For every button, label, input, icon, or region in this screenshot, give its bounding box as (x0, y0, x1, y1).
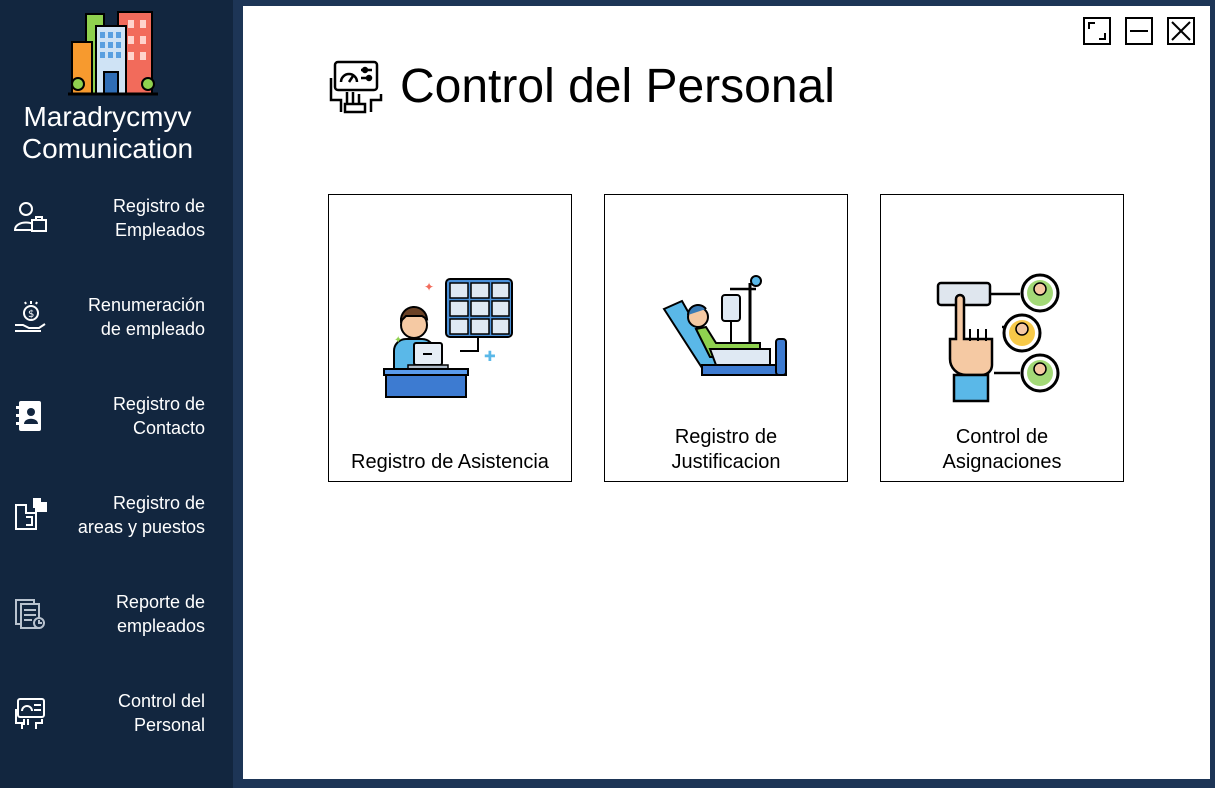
brand-name: Maradrycmyv Comunication (21, 101, 194, 164)
card-label: Control de Asignaciones (942, 426, 1062, 473)
sidebar-item-label: Renumeración de empleado (87, 295, 205, 339)
card-control-asignaciones[interactable]: Control de Asignaciones (880, 194, 1124, 482)
sidebar-item-label: Registro de Contacto (112, 394, 205, 438)
city-buildings-logo-icon (68, 11, 158, 96)
salary-hand-coin-icon: $ (15, 301, 46, 332)
card-label: Registro de Asistencia (351, 451, 549, 473)
maximize-button[interactable] (1083, 17, 1111, 45)
card-label: Registro de Justificacion (671, 426, 781, 473)
minimize-icon (1130, 30, 1148, 32)
patient-iv-icon (662, 275, 787, 376)
close-icon (1171, 21, 1191, 41)
sidebar-item-label: Control del Personal (117, 691, 205, 735)
sidebar-item-registro-empleados[interactable]: Registro de Empleados (0, 178, 233, 258)
sidebar-item-label: Registro de areas y puestos (77, 493, 205, 537)
sidebar-item-renumeracion[interactable]: $ Renumeración de empleado (0, 277, 233, 357)
puzzle-areas-icon (15, 498, 47, 530)
svg-text:$: $ (28, 309, 34, 320)
page-title: Control del Personal (400, 60, 835, 113)
control-panel-icon (329, 60, 383, 114)
close-button[interactable] (1167, 17, 1195, 45)
svg-text:✦: ✦ (424, 280, 434, 294)
assignment-hand-icon (936, 273, 1060, 403)
sidebar-item-control-personal[interactable]: Control del Personal (0, 673, 233, 753)
svg-text:✚: ✚ (484, 349, 496, 365)
sidebar-item-registro-areas[interactable]: Registro de areas y puestos (0, 475, 233, 555)
maximize-icon (1088, 22, 1106, 40)
sidebar-item-registro-contacto[interactable]: Registro de Contacto (0, 376, 233, 456)
svg-text:✦: ✦ (394, 335, 402, 346)
sidebar-item-label: Registro de Empleados (112, 196, 205, 240)
sidebar-item-label: Reporte de empleados (115, 592, 205, 636)
control-panel-icon (15, 698, 45, 729)
card-registro-justificacion[interactable]: Registro de Justificacion (604, 194, 848, 482)
video-attendance-icon: ✦ ✚ ✦ (383, 278, 513, 398)
employee-briefcase-icon (13, 202, 47, 232)
report-documents-icon (15, 599, 45, 629)
main-content: Control del Personal ✦ ✚ ✦ Registro de A… (243, 6, 1210, 779)
contact-book-icon (16, 401, 41, 431)
card-registro-asistencia[interactable]: ✦ ✚ ✦ Registro de Asistencia (328, 194, 572, 482)
sidebar: Maradrycmyv Comunication Registro de Emp… (0, 0, 233, 788)
minimize-button[interactable] (1125, 17, 1153, 45)
sidebar-item-reporte-empleados[interactable]: Reporte de empleados (0, 574, 233, 654)
